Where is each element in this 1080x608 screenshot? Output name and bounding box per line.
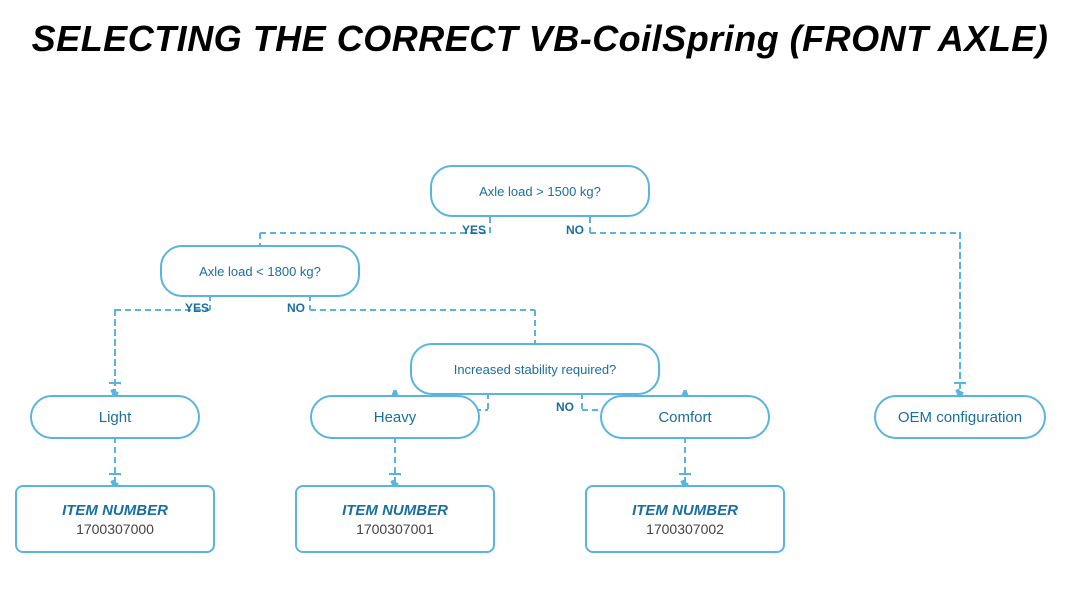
diagram: Axle load > 1500 kg? YES NO Axle load < …	[0, 75, 1080, 565]
q1-no-label: NO	[566, 223, 584, 237]
result-comfort: Comfort	[600, 395, 770, 439]
q3-no-label: NO	[556, 400, 574, 414]
q1-yes-label: YES	[462, 223, 486, 237]
q2-yes-label: YES	[185, 301, 209, 315]
item-1: ITEM NUMBER 1700307000	[15, 485, 215, 553]
item-2: ITEM NUMBER 1700307001	[295, 485, 495, 553]
result-oem: OEM configuration	[874, 395, 1046, 439]
item-3: ITEM NUMBER 1700307002	[585, 485, 785, 553]
question-3: Increased stability required?	[410, 343, 660, 395]
result-light: Light	[30, 395, 200, 439]
result-heavy: Heavy	[310, 395, 480, 439]
question-2: Axle load < 1800 kg?	[160, 245, 360, 297]
question-1: Axle load > 1500 kg?	[430, 165, 650, 217]
q2-no-label: NO	[287, 301, 305, 315]
page-title: SELECTING THE CORRECT VB-CoilSpring (FRO…	[0, 0, 1080, 70]
